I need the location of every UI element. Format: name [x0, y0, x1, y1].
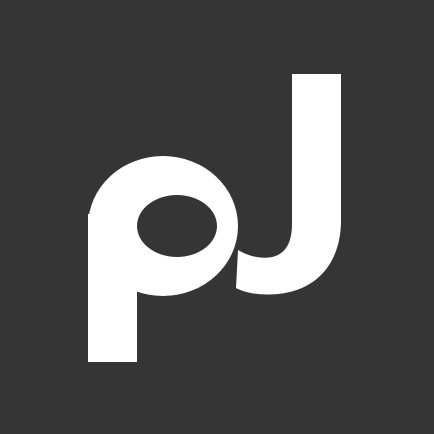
letter-j-stem — [292, 74, 341, 222]
app-icon — [0, 0, 434, 434]
pj-monogram-icon — [0, 0, 434, 434]
